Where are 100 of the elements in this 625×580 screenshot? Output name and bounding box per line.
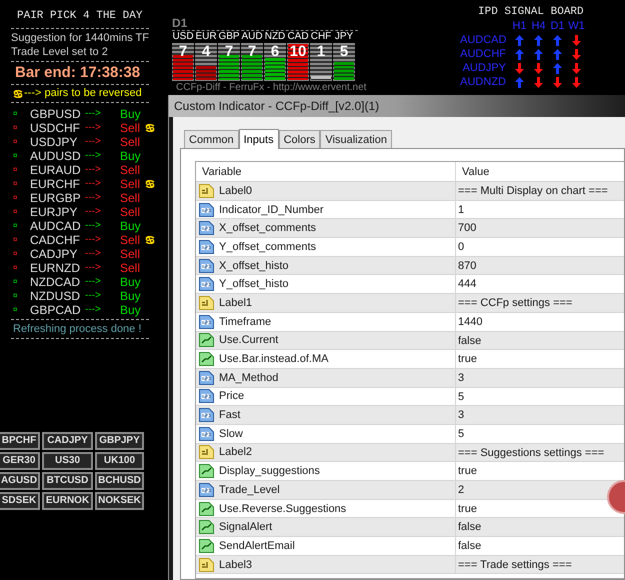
symbol-button[interactable]: AGUSD bbox=[0, 472, 40, 490]
symbol-button[interactable]: US30 bbox=[42, 452, 93, 470]
symbol-button[interactable]: SDSEK bbox=[0, 492, 40, 510]
pair-name: AUDNZD bbox=[460, 75, 506, 89]
panel-title: PAIR PICK 4 THE DAY bbox=[16, 9, 144, 24]
signal-text: Sell bbox=[120, 247, 142, 261]
variable-value: 3 bbox=[457, 408, 464, 424]
arrow-text: ---> bbox=[85, 149, 102, 163]
pair-name: GBPCAD bbox=[30, 303, 82, 317]
trade-level-text: Trade Level set to 2 bbox=[10, 45, 109, 59]
signal-text: Buy bbox=[120, 303, 142, 317]
number-type-icon bbox=[199, 408, 214, 422]
column-header[interactable]: Variable bbox=[196, 162, 456, 181]
pair-name: EURAUD bbox=[30, 163, 82, 177]
variable-name: Fast bbox=[219, 408, 240, 422]
signal-text: Sell bbox=[120, 191, 142, 205]
pair-name: USDJPY bbox=[30, 135, 78, 149]
symbol-button[interactable]: UK100 bbox=[95, 452, 144, 470]
variable-value: 700 bbox=[457, 221, 476, 236]
symbol-button[interactable]: GBPJPY bbox=[95, 432, 144, 450]
pair-name: GBPUSD bbox=[30, 107, 82, 121]
currency-code: JPY bbox=[334, 31, 354, 43]
window-title: Custom Indicator - CCFp-Diff_[v2.0](1) bbox=[169, 95, 625, 117]
boolean-type-icon bbox=[199, 520, 214, 534]
tab[interactable]: Inputs bbox=[238, 129, 279, 149]
down-arrow-icon bbox=[572, 76, 581, 88]
variable-name: Use.Bar.instead.of.MA bbox=[219, 352, 328, 366]
symbol-button[interactable]: NOKSEK bbox=[95, 492, 144, 510]
symbol-button[interactable]: BTCUSD bbox=[42, 472, 93, 490]
variable-name: Label2 bbox=[219, 445, 252, 460]
signal-marker: ¤ bbox=[13, 262, 18, 274]
tab[interactable]: Visualization bbox=[320, 130, 392, 148]
tab[interactable]: Colors bbox=[278, 130, 320, 148]
arrow-text: ---> bbox=[85, 135, 102, 149]
variable-value: === Trade settings === bbox=[457, 558, 572, 573]
symbol-button[interactable]: EURNOK bbox=[42, 492, 93, 510]
number-type-icon bbox=[199, 482, 214, 497]
down-arrow-icon bbox=[515, 62, 524, 74]
symbol-button[interactable]: GER30 bbox=[0, 452, 40, 470]
arrow-text: ---> bbox=[85, 303, 102, 317]
symbol-button[interactable]: BCHUSD bbox=[95, 472, 144, 490]
arrow-text: ---> bbox=[85, 233, 102, 247]
up-arrow-icon bbox=[553, 48, 562, 60]
down-arrow-icon bbox=[534, 76, 543, 88]
variable-value: false bbox=[457, 334, 482, 348]
pair-name: AUDJPY bbox=[462, 61, 506, 75]
variable-name: MA_Method bbox=[219, 370, 278, 385]
symbol-button[interactable]: CADJPY bbox=[42, 432, 93, 450]
variable-value: 5 bbox=[457, 426, 464, 442]
pair-name: NZDCAD bbox=[30, 275, 81, 289]
text-type-icon bbox=[199, 296, 214, 310]
down-arrow-icon bbox=[534, 62, 543, 74]
down-arrow-icon bbox=[553, 76, 562, 88]
signal-text: Sell bbox=[120, 233, 142, 247]
variable-value: 1440 bbox=[457, 314, 482, 330]
pair-name: AUDCAD bbox=[460, 33, 506, 47]
variable-name: Label1 bbox=[219, 296, 252, 310]
boolean-type-icon bbox=[199, 333, 214, 348]
pair-name: CADCHF bbox=[30, 233, 81, 247]
up-arrow-icon bbox=[515, 34, 524, 46]
variable-value: 5 bbox=[457, 390, 464, 405]
variable-name: Price bbox=[219, 389, 244, 404]
variable-value: === Suggestions settings === bbox=[457, 446, 604, 461]
arrow-text: ---> bbox=[85, 275, 102, 289]
timeframe-header: H1 bbox=[511, 19, 528, 33]
variable-value: false bbox=[457, 520, 482, 536]
symbol-button[interactable]: BPCHF bbox=[0, 432, 40, 450]
text-type-icon bbox=[199, 558, 214, 572]
down-arrow-icon bbox=[572, 48, 581, 60]
boolean-type-icon bbox=[199, 464, 214, 478]
text-type-icon bbox=[199, 184, 214, 198]
pair-name: USDCHF bbox=[30, 121, 81, 135]
variable-name: Timeframe bbox=[219, 314, 272, 329]
pair-name: EURNZD bbox=[30, 261, 81, 275]
variable-value: 2 bbox=[457, 483, 464, 498]
signal-marker: ¤ bbox=[13, 276, 18, 288]
strength-value: 6 bbox=[270, 44, 280, 60]
reverse-icon bbox=[145, 124, 155, 132]
signal-text: Buy bbox=[120, 219, 142, 233]
column-header[interactable]: Value bbox=[456, 162, 624, 181]
pair-name: AUDCAD bbox=[30, 219, 82, 233]
pair-name: AUDCHF bbox=[460, 47, 506, 61]
signal-marker: ¤ bbox=[13, 164, 18, 176]
arrow-text: ---> bbox=[85, 177, 102, 191]
tab[interactable]: Common bbox=[184, 130, 239, 148]
pair-name: CADJPY bbox=[30, 247, 78, 261]
variable-name: X_offset_histo bbox=[219, 258, 289, 273]
signal-marker: ¤ bbox=[13, 234, 18, 246]
legend-text: ---> pairs to be reversed bbox=[24, 87, 142, 100]
variable-value: true bbox=[457, 352, 477, 368]
currency-code: EUR bbox=[195, 31, 217, 43]
bar-end-text: Bar end: 17:38:38 bbox=[14, 64, 142, 82]
currency-code: NZD bbox=[264, 31, 286, 43]
signal-marker: ¤ bbox=[13, 122, 18, 134]
status-text: Refreshing process done ! bbox=[12, 322, 142, 336]
signal-marker: ¤ bbox=[13, 220, 18, 232]
number-type-icon bbox=[199, 258, 214, 273]
arrow-text: ---> bbox=[85, 247, 102, 261]
variable-name: X_offset_comments bbox=[219, 221, 316, 236]
variable-name: Trade_Level bbox=[219, 482, 280, 497]
